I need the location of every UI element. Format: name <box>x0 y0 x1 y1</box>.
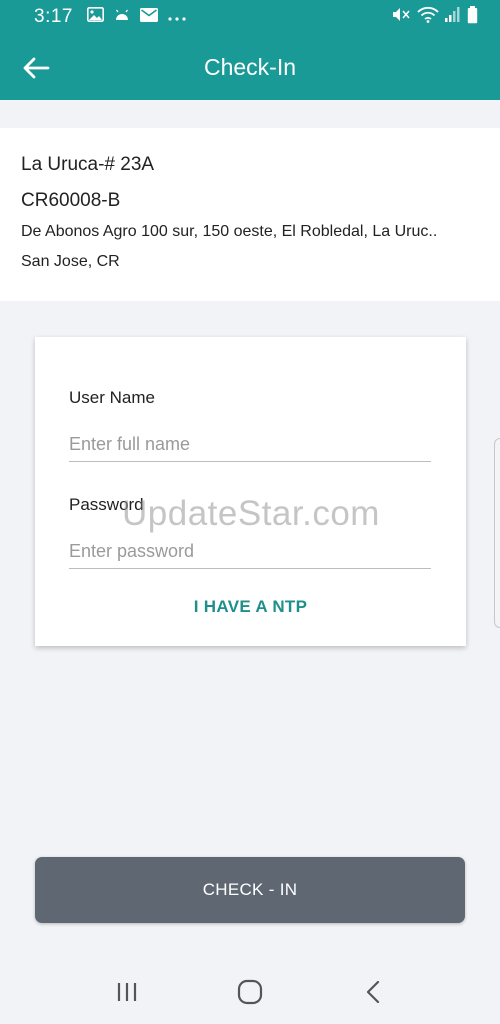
password-input[interactable] <box>69 535 431 569</box>
username-input[interactable] <box>69 428 431 462</box>
site-city: San Jose, CR <box>21 253 120 270</box>
mute-icon <box>391 6 411 28</box>
signal-icon <box>445 7 461 27</box>
edge-panel-handle[interactable] <box>494 438 500 628</box>
ntp-link[interactable]: I HAVE A NTP <box>35 597 466 617</box>
login-card: User Name Password I HAVE A NTP <box>35 337 466 646</box>
status-time: 3:17 <box>34 6 73 27</box>
image-icon <box>86 7 104 27</box>
recent-apps-icon[interactable] <box>107 972 147 1012</box>
site-code: CR60008-B <box>21 190 121 211</box>
site-name: La Uruca-# 23A <box>21 154 155 175</box>
site-address: De Abonos Agro 100 sur, 150 oeste, El Ro… <box>21 223 438 240</box>
mail-icon <box>139 7 158 27</box>
app-bar: Check-In <box>0 34 500 100</box>
system-icons <box>391 5 478 29</box>
back-icon[interactable] <box>353 972 393 1012</box>
check-in-button[interactable]: CHECK - IN <box>35 857 465 923</box>
page-title: Check-In <box>203 54 297 80</box>
battery-icon <box>467 5 478 29</box>
site-info-panel: La Uruca-# 23A CR60008-B De Abonos Agro … <box>0 128 500 301</box>
username-label: User Name <box>69 388 155 407</box>
android-icon <box>114 8 130 26</box>
more-icon <box>168 8 186 26</box>
wifi-icon <box>417 6 439 28</box>
system-nav-bar <box>0 960 500 1024</box>
password-label: Password <box>69 495 144 514</box>
status-bar: 3:17 <box>0 0 500 34</box>
home-icon[interactable] <box>230 972 270 1012</box>
notification-icons <box>86 7 186 27</box>
